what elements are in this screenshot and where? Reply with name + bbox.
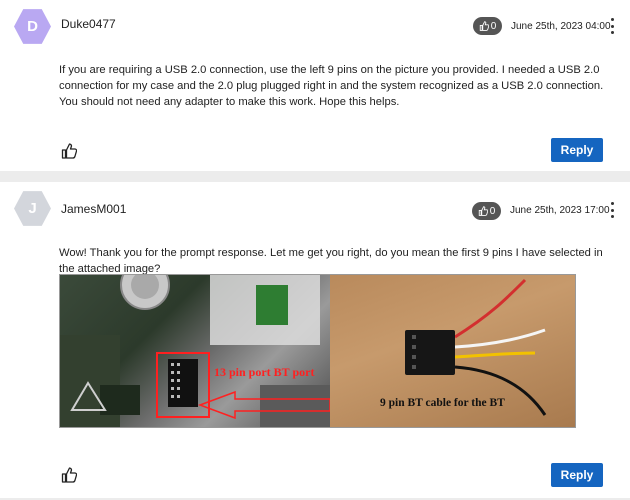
avatar-letter: D (27, 18, 38, 35)
image-label-9pin: 9 pin BT cable for the BT (380, 397, 505, 409)
like-count: 0 (490, 20, 497, 32)
like-count-badge: 0 (473, 17, 502, 35)
motherboard-photo: 13 pin port BT port (60, 275, 330, 427)
like-count: 0 (489, 205, 496, 217)
avatar[interactable]: J (14, 191, 51, 226)
attached-image[interactable]: 13 pin port BT port 9 pin BT cable for t… (59, 274, 576, 428)
post-date: June 25th, 2023 04:00 (511, 21, 611, 32)
username[interactable]: JamesM001 (61, 202, 126, 216)
thumbs-up-icon (478, 206, 488, 216)
post-date: June 25th, 2023 17:00 (510, 205, 610, 216)
like-button-icon[interactable] (61, 143, 77, 159)
more-options-icon[interactable] (609, 18, 615, 34)
reply-button[interactable]: Reply (551, 138, 603, 162)
avatar-letter: J (28, 200, 37, 217)
post-body: If you are requiring a USB 2.0 connectio… (59, 64, 604, 108)
more-options-icon[interactable] (609, 202, 615, 218)
reply-button[interactable]: Reply (551, 463, 603, 487)
avatar[interactable]: D (14, 9, 51, 44)
post-card: J JamesM001 0 June 25th, 2023 17:00 Wow!… (0, 182, 630, 498)
like-count-badge: 0 (472, 202, 501, 220)
post-body: Wow! Thank you for the prompt response. … (59, 247, 603, 275)
username[interactable]: Duke0477 (61, 17, 116, 31)
post-card: D Duke0477 0 June 25th, 2023 04:00 If yo… (0, 0, 630, 171)
thumbs-up-icon (479, 21, 489, 31)
image-label-13pin: 13 pin port BT port (214, 365, 315, 379)
like-button-icon[interactable] (61, 467, 77, 483)
motherboard-illustration (60, 275, 330, 427)
